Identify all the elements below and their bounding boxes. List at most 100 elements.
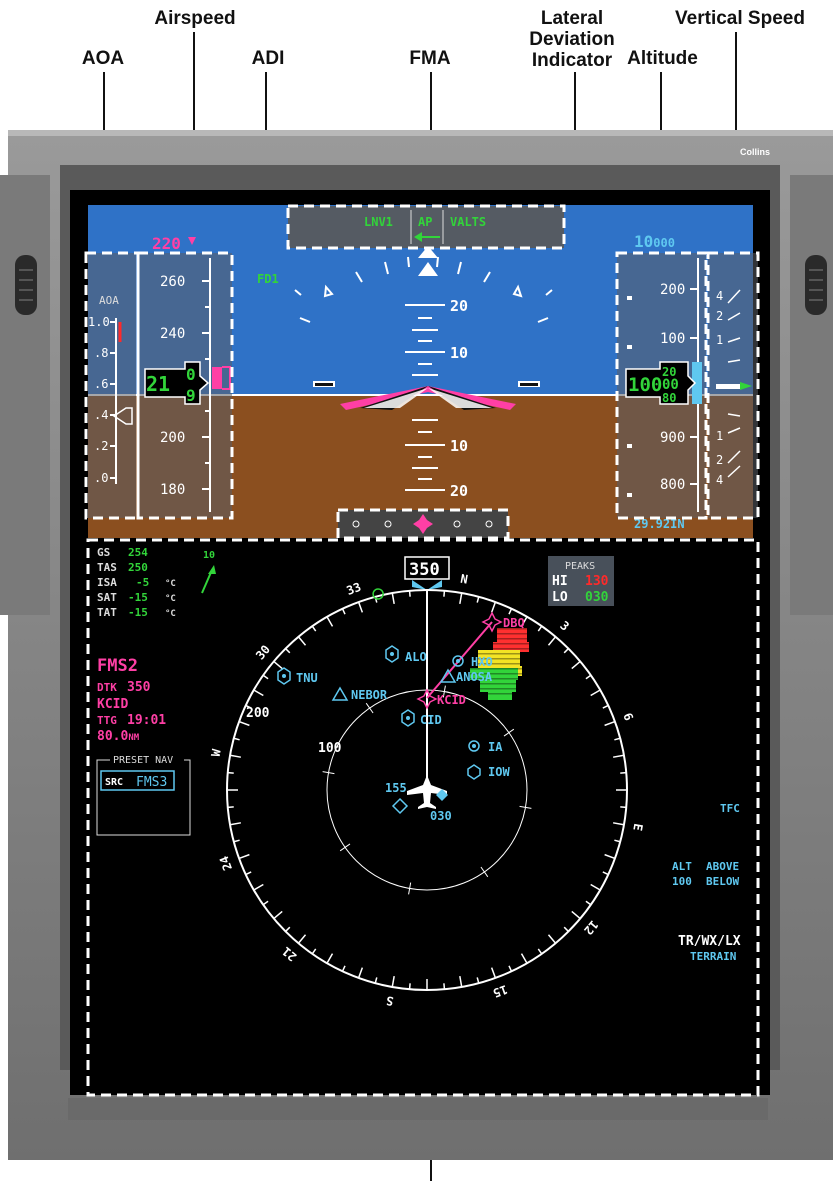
lateral-deviation-indicator: [338, 510, 508, 538]
svg-text:254: 254: [128, 546, 148, 559]
altitude-tick-100: 100: [660, 331, 685, 347]
vsi: 4 2 1 1 2 4: [708, 253, 758, 518]
fma-lateral: LNV1: [364, 215, 393, 229]
pitch-label-down20: 20: [450, 482, 468, 500]
ttg-value: 19:01: [127, 713, 166, 728]
range-inner-label: 100: [318, 741, 342, 756]
peaks-lo-value: 030: [585, 590, 609, 605]
vsi-tick-up2: 2: [716, 309, 723, 323]
svg-text:HXO: HXO: [471, 655, 493, 669]
brand-label: Collins: [740, 147, 770, 157]
left-knob[interactable]: [15, 255, 37, 315]
peaks-lo-label: LO: [552, 590, 568, 605]
vsi-tick-up1: 1: [716, 333, 723, 347]
airspeed-current: 21: [146, 372, 170, 396]
svg-text:KCID: KCID: [437, 693, 466, 707]
altitude-tick-200: 200: [660, 282, 685, 298]
traffic-altitude-1: 155: [385, 781, 407, 795]
aoa-title: AOA: [99, 294, 119, 307]
vsi-tick-up4: 4: [716, 289, 723, 303]
wind-speed: 10: [203, 550, 215, 561]
peaks-hi-label: HI: [552, 574, 568, 589]
traffic-altitude-2: 030: [430, 809, 452, 823]
svg-text:IA: IA: [488, 740, 503, 754]
svg-text:TAT: TAT: [97, 606, 117, 619]
airspeed-roll-top: 0: [186, 365, 196, 384]
tfc-label[interactable]: TFC: [720, 802, 740, 815]
svg-text:SAT: SAT: [97, 591, 117, 604]
airspeed-tick-180: 180: [160, 482, 185, 498]
fms-waypoint: KCID: [97, 697, 128, 712]
ttg-label: TTG: [97, 714, 117, 727]
airspeed-tick-260: 260: [160, 274, 185, 290]
fma-vertical: VALTS: [450, 215, 486, 229]
svg-text:-15: -15: [128, 606, 148, 619]
svg-text:TAS: TAS: [97, 561, 117, 574]
terrain-label[interactable]: TERRAIN: [690, 950, 736, 963]
preset-src-value: FMS3: [136, 775, 167, 790]
aoa-tape: AOA 1.0 .8 .6 .4 .2 .0: [88, 253, 136, 518]
svg-text:IOW: IOW: [488, 765, 510, 779]
alt-label: ALT: [672, 860, 692, 873]
altitude-tick-900: 900: [660, 430, 685, 446]
compass-tick: [443, 983, 446, 990]
pitch-label-up10: 10: [450, 344, 468, 362]
pitch-label-up20: 20: [450, 297, 468, 315]
selected-airspeed: 220: [152, 234, 181, 253]
compass-tick: [408, 983, 411, 990]
tr-wx-lx-label[interactable]: TR/WX/LX: [678, 934, 741, 949]
display-svg: Collins 20 10 10 20 FD1 LNV1 AP VALTS 22…: [0, 32, 833, 1181]
svg-text:NEBOR: NEBOR: [351, 688, 388, 702]
aoa-tick-0: 1.0: [88, 315, 110, 329]
aoa-tick-5: .0: [94, 471, 108, 485]
compass-tick: [620, 806, 627, 809]
compass-tick: [227, 771, 234, 774]
aoa-tick-3: .4: [94, 408, 108, 422]
peaks-box: PEAKS HI 130 LO 030: [548, 556, 614, 606]
peaks-title: PEAKS: [565, 561, 595, 572]
fms-source: FMS2: [97, 656, 138, 676]
alt-below: BELOW: [706, 875, 739, 888]
altitude-tick-800: 800: [660, 477, 685, 493]
alt-value: 100: [672, 875, 692, 888]
compass-tick: [620, 771, 627, 774]
preset-nav-title: PRESET NAV: [113, 755, 173, 766]
fma-box: LNV1 AP VALTS: [286, 204, 566, 250]
svg-text:ALO: ALO: [405, 650, 427, 664]
pitch-label-down10: 10: [450, 437, 468, 455]
heading-current: 350: [409, 560, 440, 580]
svg-text:250: 250: [128, 561, 148, 574]
svg-text:-15: -15: [128, 591, 148, 604]
peaks-hi-value: 130: [585, 574, 609, 589]
svg-text:ISA: ISA: [97, 576, 117, 589]
fma-ap: AP: [418, 215, 432, 229]
svg-text:°C: °C: [165, 594, 176, 604]
alt-above: ABOVE: [706, 860, 739, 873]
svg-text:DBQ: DBQ: [503, 616, 525, 630]
airspeed-tick-240: 240: [160, 326, 185, 342]
vsi-tick-down4: 4: [716, 473, 723, 487]
svg-text:TNU: TNU: [296, 671, 318, 685]
svg-text:GS: GS: [97, 546, 110, 559]
right-knob[interactable]: [805, 255, 827, 315]
aoa-tick-4: .2: [94, 439, 108, 453]
compass-tick: [408, 590, 411, 597]
dtk-label: DTK: [97, 681, 117, 694]
compass-tick: [443, 590, 446, 597]
pfd-diagram: AOA Airspeed ADI FMA Lateral Deviation I…: [0, 0, 833, 1181]
svg-text:-5: -5: [136, 576, 149, 589]
aoa-tick-1: .8: [94, 346, 108, 360]
compass-tick: [227, 806, 234, 809]
aoa-tick-2: .6: [94, 377, 108, 391]
fd-label: FD1: [257, 272, 279, 286]
airspeed-tick-200: 200: [160, 430, 185, 446]
altitude-roll-bottom: 80: [662, 391, 676, 405]
airspeed-roll-bottom: 9: [186, 386, 196, 405]
svg-text:°C: °C: [165, 579, 176, 589]
preset-src-label: SRC: [105, 777, 123, 788]
svg-text:°C: °C: [165, 609, 176, 619]
svg-text:CID: CID: [420, 713, 442, 727]
svg-text:ANOSA: ANOSA: [456, 670, 493, 684]
altitude-current: 100: [628, 374, 662, 396]
range-outer-label: 200: [246, 706, 270, 721]
